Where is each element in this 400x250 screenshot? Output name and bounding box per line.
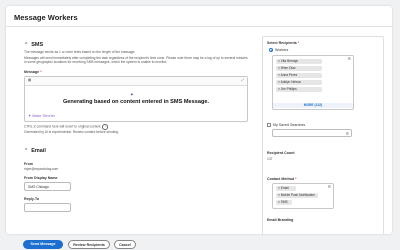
reply-to-input[interactable] xyxy=(24,203,71,212)
review-recipients-button[interactable]: Review Recipients xyxy=(68,240,110,249)
make-shorter-link[interactable]: ✦ Make Shorter xyxy=(28,113,55,118)
from-label: From xyxy=(24,162,33,166)
select-recipients-label: Select Recipients * xyxy=(267,41,300,45)
list-icon[interactable]: ☰ xyxy=(348,57,351,61)
info-icon[interactable]: i xyxy=(102,124,108,130)
list-icon[interactable]: ☰ xyxy=(346,130,349,138)
worker-pill[interactable]: × Anna Perez xyxy=(276,73,322,78)
contact-method-multiselect[interactable]: ☰ × Email × Mobile Push Notification × S… xyxy=(272,183,334,209)
message-editor[interactable]: ▦ ⤢ ✦ Generating based on content entere… xyxy=(24,76,248,122)
rich-text-icon[interactable]: ▦ xyxy=(28,78,31,82)
worker-pill[interactable]: × Vita Bernaje xyxy=(276,59,322,64)
list-icon[interactable]: ☰ xyxy=(328,185,331,189)
title-divider xyxy=(6,26,392,27)
recipient-count-label: Recipient Count xyxy=(267,151,295,155)
worker-pill[interactable]: × Adelyn Nelson xyxy=(276,80,322,85)
editor-toolbar: ▦ ⤢ xyxy=(25,77,247,86)
from-display-name-label: From Display Name xyxy=(24,176,58,180)
chevron-up-icon: ⌃ xyxy=(24,148,29,154)
contact-method-label: Contact Method * xyxy=(267,177,297,181)
message-label: Message * xyxy=(24,70,42,74)
from-value: myer@myworkday.com xyxy=(24,167,59,171)
reply-to-label: Reply-To xyxy=(24,197,40,201)
ctrl-z-text: CTRL-Z command here will revert to origi… xyxy=(24,124,108,130)
ai-sparkle-icon: ✦ xyxy=(130,92,134,97)
saved-searches-input[interactable]: ☰ xyxy=(272,129,352,137)
email-heading: Email xyxy=(31,148,46,154)
saved-searches-label: My Saved Searches xyxy=(273,123,306,127)
contact-pill[interactable]: × Mobile Push Notification xyxy=(276,193,318,198)
workers-radio[interactable]: Workers xyxy=(269,48,288,52)
checkbox[interactable] xyxy=(267,123,271,127)
radio-selected[interactable] xyxy=(269,48,273,52)
expand-icon[interactable]: ⤢ xyxy=(241,78,244,82)
sms-section-header[interactable]: ⌃ SMS xyxy=(24,42,43,48)
sms-heading: SMS xyxy=(31,42,44,48)
worker-pill[interactable]: × Jim Phillips xyxy=(276,87,322,92)
cancel-button[interactable]: Cancel xyxy=(114,240,136,249)
generating-text: Generating based on content entered in S… xyxy=(62,99,210,105)
chevron-up-icon: ⌃ xyxy=(24,42,29,48)
more-workers-link[interactable]: MORE (132) xyxy=(273,103,353,108)
message-workers-panel: Message Workers ⌃ SMS The message sends … xyxy=(6,6,392,234)
sparkle-icon: ✦ xyxy=(28,114,32,118)
send-message-button[interactable]: Send Message xyxy=(23,240,63,249)
email-section-header[interactable]: ⌃ Email xyxy=(24,148,46,154)
contact-pill[interactable]: × Email xyxy=(276,186,296,191)
email-branding-label: Email Branding xyxy=(267,218,294,222)
recipient-count-value: 137 xyxy=(267,157,273,161)
workers-multiselect[interactable]: ☰ × Vita Bernaje × Wren Diaz × Anna Pere… xyxy=(272,55,354,110)
workers-label: Workers xyxy=(275,48,289,52)
contact-pill[interactable]: × SMS xyxy=(276,200,292,205)
sms-warning-text: Messages will send immediately after com… xyxy=(24,56,248,65)
ai-disclaimer-text: Generated by AI is experimental. Review … xyxy=(24,130,119,134)
saved-searches-option[interactable]: My Saved Searches xyxy=(267,123,305,127)
from-display-name-input[interactable]: SMS Chicago xyxy=(24,182,71,191)
sms-limit-text: The message sends as 1 or more texts bas… xyxy=(24,50,136,54)
right-panel: Select Recipients * Workers ☰ × Vita Ber… xyxy=(262,36,384,234)
page-title: Message Workers xyxy=(14,13,78,22)
worker-pill[interactable]: × Wren Diaz xyxy=(276,66,322,71)
